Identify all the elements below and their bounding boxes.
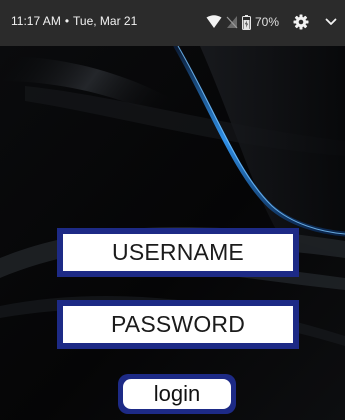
password-input[interactable]: PASSWORD	[63, 306, 293, 343]
status-bar: 11:17 AM • Tue, Mar 21 70%	[0, 0, 345, 46]
login-label: login	[153, 381, 201, 406]
password-field[interactable]: PASSWORD	[57, 300, 299, 349]
wifi-icon	[206, 15, 222, 29]
password-placeholder: PASSWORD	[110, 311, 246, 337]
signal-icon	[226, 15, 238, 29]
username-placeholder: USERNAME	[112, 239, 244, 265]
status-date: Tue, Mar 21	[73, 14, 138, 28]
status-time: 11:17 AM	[11, 14, 61, 28]
battery-icon	[241, 14, 251, 30]
username-field[interactable]: USERNAME	[57, 228, 299, 277]
username-input[interactable]: USERNAME	[63, 234, 293, 271]
battery-percent: 70%	[254, 15, 279, 29]
gear-icon[interactable]	[293, 14, 309, 30]
status-datetime: 11:17 AM • Tue, Mar 21	[11, 14, 137, 28]
chevron-down-icon[interactable]	[325, 17, 337, 27]
login-button-face[interactable]: login	[123, 379, 231, 409]
status-icons: 70%	[206, 12, 337, 32]
status-separator: •	[64, 14, 70, 28]
login-button[interactable]: login	[118, 374, 236, 414]
phone-screen: 11:17 AM • Tue, Mar 21 70% USERNAME PASS…	[0, 0, 345, 420]
